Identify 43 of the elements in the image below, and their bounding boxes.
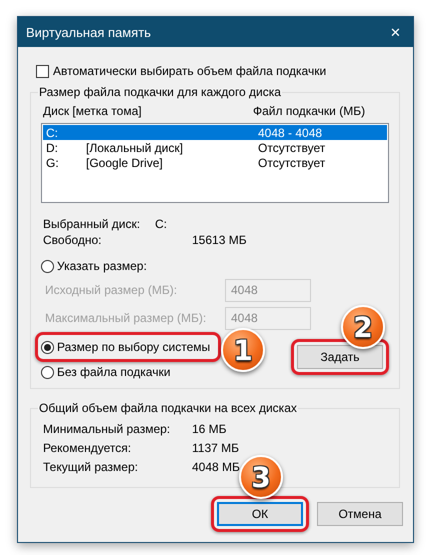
column-header: Файл подкачки (МБ) [253, 104, 366, 118]
callout-number: 2 [353, 310, 373, 344]
column-header: Диск [метка тома] [43, 104, 143, 118]
total-label: Рекомендуется: [43, 441, 132, 455]
set-button[interactable]: Задать [297, 345, 383, 369]
info-label: Свободно: [43, 233, 102, 247]
radio-button[interactable] [41, 260, 54, 272]
page-file-size: Отсутствует [258, 140, 326, 154]
total-value: 1137 МБ [192, 441, 240, 455]
callout-number: 3 [251, 460, 271, 494]
info-label: Выбранный диск: [43, 217, 142, 231]
disk-row[interactable]: C: 4048 - 4048 [43, 125, 387, 140]
radio-button[interactable] [41, 366, 54, 378]
disk-letter: D: [46, 140, 59, 154]
info-value: 15613 МБ [192, 233, 248, 247]
disk-letter: C: [46, 126, 59, 140]
group-title: Общий объем файла подкачки на всех дисках [38, 401, 298, 415]
field-label: Исходный размер (МБ): [45, 283, 178, 297]
window-title: Виртуальная память [26, 24, 151, 40]
total-value: 16 МБ [192, 422, 228, 436]
checkbox[interactable] [36, 64, 49, 78]
total-label: Текущий размер: [43, 460, 139, 474]
radio-label: Без файла подкачки [57, 365, 170, 379]
volume-label: [Локальный диск] [86, 140, 184, 154]
info-value: C: [155, 217, 168, 231]
disk-row[interactable]: G: [Google Drive] Отсутствует [43, 155, 387, 170]
radio-label: Указать размер: [57, 259, 147, 273]
field-label: Максимальный размер (МБ): [45, 311, 208, 325]
cancel-button[interactable]: Отмена [317, 502, 403, 526]
group-title: Размер файла подкачки для каждого диска [38, 85, 282, 99]
page-file-size: 4048 - 4048 [258, 126, 322, 140]
callout-number: 1 [233, 334, 253, 366]
total-label: Минимальный размер: [43, 422, 172, 436]
disk-row[interactable]: D: [Локальный диск] Отсутствует [43, 140, 387, 155]
volume-label: [Google Drive] [86, 156, 164, 170]
close-icon[interactable]: ✕ [386, 24, 405, 40]
checkbox-label: Автоматически выбирать объем файла подкачки [53, 64, 326, 78]
total-value: 4048 МБ [192, 460, 241, 474]
radio-button[interactable] [41, 340, 54, 354]
page-file-size: Отсутствует [258, 156, 326, 170]
ok-button[interactable]: ОК [217, 502, 303, 526]
radio-label: Размер по выбору системы [57, 340, 210, 354]
disk-letter: G: [46, 156, 60, 170]
